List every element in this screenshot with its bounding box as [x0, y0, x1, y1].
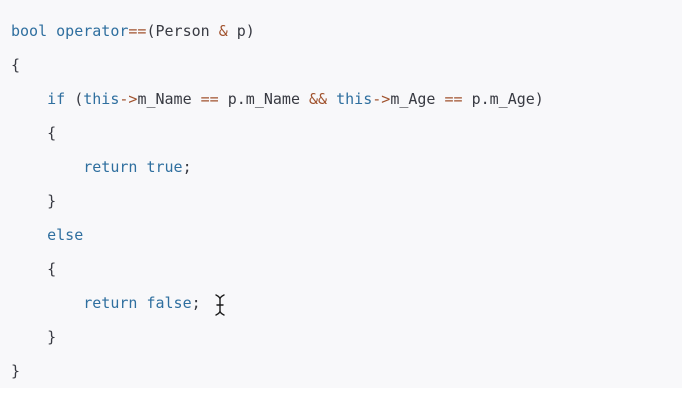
code-keyword: else — [47, 226, 84, 244]
code-line: } — [11, 320, 544, 354]
code-operator: == — [200, 90, 219, 108]
code-token: { — [11, 56, 21, 74]
code-keyword: bool — [11, 22, 48, 40]
code-operator: -> — [372, 90, 391, 108]
code-line: } — [11, 184, 544, 218]
code-line: { — [11, 48, 544, 82]
code-token: } — [11, 192, 57, 210]
code-token: p.m_Age) — [462, 90, 544, 108]
code-line: if (this->m_Name == p.m_Name && this->m_… — [11, 82, 544, 116]
code-text[interactable]: bool operator==(Person & p){ if (this->m… — [11, 14, 544, 388]
code-token: m_Name — [137, 90, 201, 108]
code-line: bool operator==(Person & p) — [11, 14, 544, 48]
code-token: (Person — [146, 22, 219, 40]
code-token: ; — [191, 294, 201, 312]
text-cursor-icon — [215, 294, 225, 316]
code-operator: && — [309, 90, 328, 108]
code-operator: == — [128, 22, 147, 40]
code-keyword: operator — [56, 22, 129, 40]
code-token: } — [11, 328, 57, 346]
code-token: ( — [65, 90, 84, 108]
code-line: { — [11, 116, 544, 150]
code-token: ; — [182, 158, 192, 176]
code-keyword: true — [146, 158, 183, 176]
code-token: p) — [227, 22, 255, 40]
code-token: { — [11, 124, 57, 142]
code-line: { — [11, 252, 544, 286]
code-token: p.m_Name — [218, 90, 310, 108]
code-keyword: return — [83, 158, 138, 176]
code-keyword: false — [146, 294, 192, 312]
code-block: bool operator==(Person & p){ if (this->m… — [0, 0, 682, 388]
code-token: { — [11, 260, 57, 278]
code-operator: -> — [119, 90, 138, 108]
code-keyword: if — [47, 90, 66, 108]
code-operator: & — [218, 22, 228, 40]
page-background — [0, 388, 682, 404]
code-line: else — [11, 218, 544, 252]
code-keyword: this — [83, 90, 120, 108]
code-operator: == — [444, 90, 463, 108]
code-keyword: return — [83, 294, 138, 312]
code-line: return false; — [11, 286, 544, 320]
code-token: m_Age — [390, 90, 445, 108]
code-line: } — [11, 354, 544, 388]
code-keyword: this — [336, 90, 373, 108]
code-line: return true; — [11, 150, 544, 184]
code-token: } — [11, 362, 21, 380]
